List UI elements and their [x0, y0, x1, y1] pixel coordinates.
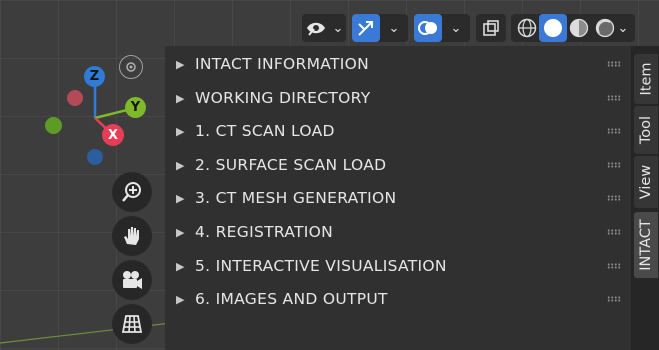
panel-row-label: 5. INTERACTIVE VISUALISATION	[195, 257, 447, 275]
tab-tool[interactable]: Tool	[634, 106, 658, 154]
panel-row-label: INTACT INFORMATION	[195, 55, 370, 73]
drag-handle-icon[interactable]	[607, 195, 621, 201]
hand-pan-icon	[124, 227, 139, 245]
x-axis-ball[interactable]: X	[102, 124, 124, 146]
chevron-down-icon[interactable]: ⌄	[384, 14, 404, 42]
tab-label: View	[638, 164, 655, 200]
panel-row-ct-mesh-generation[interactable]: ▶ 3. CT MESH GENERATION	[165, 182, 631, 214]
expand-arrow-icon: ▶	[176, 57, 185, 71]
eye-visibility-icon[interactable]	[302, 14, 330, 42]
expand-arrow-icon: ▶	[176, 124, 185, 138]
panel-row-interactive-visualisation[interactable]: ▶ 5. INTERACTIVE VISUALISATION	[165, 250, 631, 282]
zoom-button[interactable]	[112, 172, 152, 212]
expand-arrow-icon: ▶	[176, 292, 185, 306]
xray-toggle-icon[interactable]	[477, 14, 505, 42]
gizmo-arrows-icon[interactable]	[352, 14, 380, 42]
sidebar-panel: ▶ INTACT INFORMATION ▶ WORKING DIRECTORY…	[165, 46, 631, 350]
panel-row-label: 4. REGISTRATION	[195, 223, 334, 241]
tab-label: Tool	[638, 115, 655, 145]
x-negative-ball[interactable]	[67, 90, 83, 106]
panel-row-registration[interactable]: ▶ 4. REGISTRATION	[165, 216, 631, 248]
panel-row-surface-scan-load[interactable]: ▶ 2. SURFACE SCAN LOAD	[165, 149, 631, 181]
solid-shading-icon[interactable]	[539, 14, 567, 42]
panel-row-working-directory[interactable]: ▶ WORKING DIRECTORY	[165, 82, 631, 114]
pan-button[interactable]	[112, 216, 152, 256]
expand-arrow-icon: ▶	[176, 191, 185, 205]
z-negative-ball[interactable]	[87, 149, 103, 165]
tab-item[interactable]: Item	[634, 54, 658, 104]
wireframe-shading-icon[interactable]	[513, 14, 541, 42]
3d-viewport[interactable]: ⌄ ⌄ ⌄ ⌄ Z Y X ▶ INTACT INFORMATION ▶ WOR…	[0, 0, 659, 350]
overlay-circles-icon[interactable]	[414, 14, 442, 42]
zoom-icon	[122, 182, 141, 202]
camera-button[interactable]	[112, 260, 152, 300]
y-axis-ball[interactable]: Y	[125, 97, 146, 118]
expand-arrow-icon: ▶	[176, 259, 185, 273]
y-axis-line	[0, 321, 181, 344]
grid-view-icon	[121, 315, 143, 333]
z-axis-ball[interactable]: Z	[84, 66, 105, 87]
visibility-group: ⌄	[302, 14, 346, 42]
overlay-group: ⌄	[414, 14, 470, 42]
grid-view-button[interactable]	[112, 304, 152, 344]
camera-target-icon[interactable]	[119, 55, 143, 79]
chevron-down-icon[interactable]: ⌄	[613, 14, 633, 42]
panel-row-label: WORKING DIRECTORY	[195, 89, 371, 107]
chevron-down-icon[interactable]: ⌄	[328, 14, 348, 42]
drag-handle-icon[interactable]	[607, 229, 621, 235]
panel-row-label: 1. CT SCAN LOAD	[195, 122, 335, 140]
material-shading-icon[interactable]	[565, 14, 593, 42]
camera-icon	[123, 271, 142, 289]
sidebar-tabs: Item Tool View INTACT	[631, 46, 659, 350]
panel-row-label: 2. SURFACE SCAN LOAD	[195, 156, 387, 174]
xray-group	[476, 14, 506, 42]
chevron-down-icon[interactable]: ⌄	[446, 14, 466, 42]
panel-row-label: 6. IMAGES AND OUTPUT	[195, 290, 388, 308]
panel-row-ct-scan-load[interactable]: ▶ 1. CT SCAN LOAD	[165, 115, 631, 147]
drag-handle-icon[interactable]	[607, 61, 621, 67]
gizmo-group: ⌄	[352, 14, 408, 42]
expand-arrow-icon: ▶	[176, 91, 185, 105]
tab-view[interactable]: View	[634, 156, 658, 208]
tab-intact[interactable]: INTACT	[634, 212, 658, 278]
shading-group: ⌄	[511, 14, 635, 42]
panel-row-label: 3. CT MESH GENERATION	[195, 189, 397, 207]
drag-handle-icon[interactable]	[607, 162, 621, 168]
drag-handle-icon[interactable]	[607, 128, 621, 134]
y-negative-ball[interactable]	[45, 117, 62, 134]
drag-handle-icon[interactable]	[607, 263, 621, 269]
z-axis-label: Z	[89, 69, 100, 84]
tab-label: Item	[638, 62, 655, 96]
x-axis-label: X	[107, 127, 119, 143]
y-axis-label: Y	[130, 100, 141, 115]
tab-label: INTACT	[638, 219, 655, 271]
drag-handle-icon[interactable]	[607, 95, 621, 101]
drag-handle-icon[interactable]	[607, 296, 621, 302]
panel-row-intact-information[interactable]: ▶ INTACT INFORMATION	[165, 48, 631, 80]
expand-arrow-icon: ▶	[176, 225, 185, 239]
panel-row-images-and-output[interactable]: ▶ 6. IMAGES AND OUTPUT	[165, 283, 631, 315]
expand-arrow-icon: ▶	[176, 158, 185, 172]
